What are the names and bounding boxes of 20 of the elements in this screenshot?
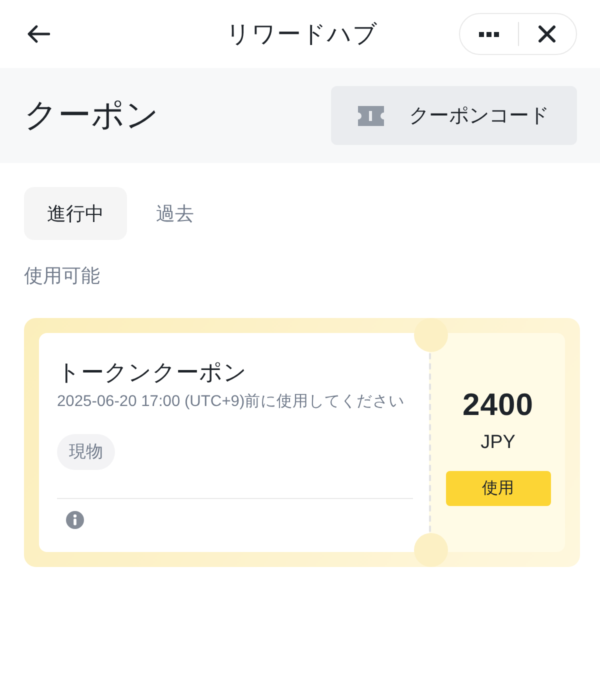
coupon-code-button[interactable]: クーポンコード — [331, 86, 577, 145]
ticket-icon — [358, 106, 384, 126]
info-icon[interactable] — [66, 511, 84, 529]
ticket-notch — [414, 318, 448, 352]
coupon-currency: JPY — [480, 431, 516, 455]
use-button[interactable]: 使用 — [446, 471, 550, 506]
page-title: リワードハブ — [226, 20, 378, 50]
tab[interactable]: 過去 — [133, 187, 217, 240]
section-label: 使用可能 — [24, 266, 100, 287]
expiry-text: 2025-06-20 17:00 (UTC+9)前に使用してください — [57, 392, 405, 412]
coupon-amount: 2400 — [462, 387, 534, 423]
back-arrow-icon — [27, 25, 50, 43]
tab[interactable]: 進行中 — [24, 187, 127, 240]
more-icon — [478, 32, 499, 36]
ticket-notch — [414, 533, 448, 567]
section-heading: クーポン — [24, 95, 159, 135]
coupon-tag: 現物 — [57, 434, 115, 470]
back-button[interactable] — [27, 25, 50, 43]
close-icon — [538, 25, 556, 43]
coupon-title: トークンクーポン — [57, 358, 247, 386]
